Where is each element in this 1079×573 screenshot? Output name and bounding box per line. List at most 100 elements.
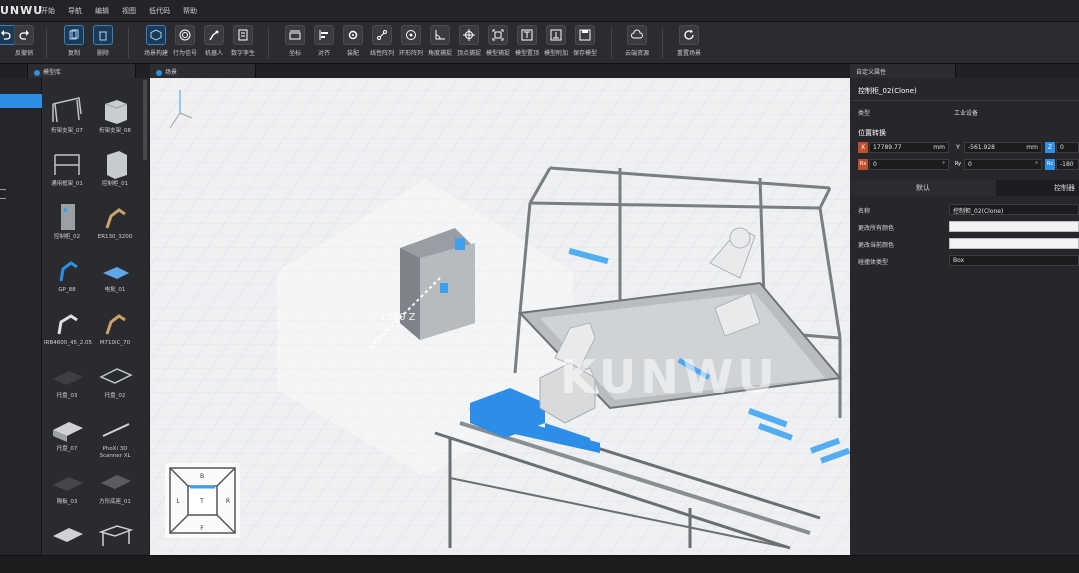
frame-thumbnail [54,154,80,175]
library-item-label: 方形底座_01 [99,499,131,505]
cloud-button[interactable]: 云端资源 [617,25,657,63]
color-all-label: 更改所有颜色 [858,225,895,232]
robot-thumbnail [57,314,78,335]
model-library-panel: 桁架支架_07 桁架支架_08 通用框架_01 控制柜_01 控制柜_02 ER130_3… [42,78,149,555]
type-value: 工业设备 [954,110,979,117]
library-item[interactable]: 方形底座_01 [92,465,138,518]
scene-canvas: KUNWU B L T R F [150,78,850,555]
scene-build-icon [146,25,166,45]
library-item-label: ER130_3200 [97,234,133,240]
library-item[interactable]: 隔板_03 [44,465,90,518]
z-position-input[interactable]: 0 [1056,142,1079,153]
menu-start[interactable]: 开始 [41,6,55,16]
library-item[interactable]: 托盘_07 [44,412,90,465]
menu-help[interactable]: 帮助 [183,6,197,16]
rx-rotation-input[interactable]: 0 ° [869,159,949,170]
linear-array-icon [372,25,392,45]
tab-controller[interactable]: 控制器 [996,180,1079,196]
tab-custom-properties[interactable]: 自定义属性 [850,64,956,78]
library-item[interactable] [44,518,90,555]
name-input[interactable]: 控制柜_02(Clone) [949,204,1079,215]
digital-twin-icon [233,25,253,45]
library-item[interactable]: 桁架支架_07 [44,94,90,147]
library-item[interactable]: M710iC_70 [92,306,138,359]
collider-type-select[interactable]: Box [949,255,1079,266]
plate-thumbnail [53,477,83,491]
view-cube[interactable]: B L T R F [165,463,240,538]
tree-tab[interactable] [0,64,28,78]
delete-button[interactable]: 删除 [83,25,123,63]
library-item[interactable]: 桁架支架_08 [92,94,138,147]
library-item-label: 托盘_03 [56,393,78,399]
tray-thumbnail [53,422,83,442]
digital-twin-button[interactable]: 数字孪生 [223,25,263,63]
library-item-label: 隔板_03 [56,499,78,505]
cloud-icon [627,25,647,45]
color-current-swatch[interactable] [949,238,1079,249]
library-scrollbar[interactable] [143,80,147,160]
view-cube-right[interactable]: R [226,498,230,505]
library-item[interactable]: 托盘_02 [92,359,138,412]
z-axis-tag: Z [1045,142,1055,153]
color-all-swatch[interactable] [949,221,1079,232]
assembly-icon [343,25,363,45]
save-model-button[interactable]: 保存模型 [565,25,605,63]
view-cube-bottom[interactable]: F [200,525,204,532]
view-cube-center[interactable]: T [199,498,204,505]
menu-navigate[interactable]: 导航 [68,6,82,16]
status-bar [0,555,1079,573]
library-item-label: GP_88 [58,287,76,293]
collider-label: 碰撞体类型 [858,259,889,266]
menu-lowcode[interactable]: 低代码 [149,6,170,16]
tab-scene[interactable]: 场景 [150,64,256,78]
reset-scene-button[interactable]: 重置场景 [669,25,709,63]
tab-model-library[interactable]: 模型库 [28,64,136,78]
panel-header-bar: 模型库 场景 自定义属性 [0,64,1079,78]
x-position-input[interactable]: 17789.77 mm [869,142,949,153]
robot-arm-icon [204,25,224,45]
y-position-input[interactable]: -561.928 mm [964,142,1042,153]
library-item[interactable]: PhoXi 3D Scanner XL [92,412,138,465]
tree-selected-item[interactable] [0,94,42,108]
scene-viewport[interactable]: KUNWU B L T R F 1260 Z [150,78,850,555]
hierarchy-tree[interactable] [0,78,42,555]
library-item-label: IRB4600_45_2.05 [44,340,92,346]
coordinate-readout: 1260 Z [380,312,416,323]
library-item-label: 桁架支架_07 [51,128,83,134]
circular-array-icon [401,25,421,45]
signal-icon [175,25,195,45]
scanner-thumbnail [102,423,130,437]
library-item[interactable]: 托盘_03 [44,359,90,412]
menu-view[interactable]: 视图 [122,6,136,16]
rx-axis-tag: Rx [858,159,868,170]
robot-thumbnail [59,261,78,282]
model-top-icon [517,25,537,45]
library-item[interactable]: 控制柜_01 [92,147,138,200]
cabinet-thumbnail [107,151,127,179]
object-name-title: 控制柜_02(Clone) [858,87,917,95]
library-item[interactable]: IRB4600_45_2.05 [44,306,92,359]
library-item[interactable] [92,518,138,555]
library-item[interactable]: 控制柜_02 [44,200,90,253]
gantry-frame-thumbnail [104,100,128,124]
view-cube-top[interactable]: B [200,473,204,480]
y-axis-tag: Y [953,142,963,153]
library-item-label: 控制柜_02 [53,234,81,240]
tab-default[interactable]: 默认 [850,180,996,196]
library-item[interactable]: GP_88 [44,253,90,306]
ry-rotation-input[interactable]: 0 ° [964,159,1042,170]
redo-button[interactable]: 反撤销 [4,25,44,63]
library-item-label: 通用框架_01 [51,181,83,187]
screwdriver-thumbnail [103,267,129,279]
library-item[interactable]: ER130_3200 [92,200,138,253]
rz-rotation-input[interactable]: -180 [1056,159,1079,170]
library-item[interactable]: 电批_01 [92,253,138,306]
table-thumbnail [98,525,133,546]
reset-icon [679,25,699,45]
tray-thumbnail [99,368,133,384]
menu-edit[interactable]: 编辑 [95,6,109,16]
library-item[interactable]: 通用框架_01 [44,147,90,200]
app-window: UNWU 开始 导航 编辑 视图 低代码 帮助 反撤销 复制 删除 场景构建 行… [0,0,1079,573]
control-cabinet [400,228,475,340]
table-thumbnail [53,528,83,542]
